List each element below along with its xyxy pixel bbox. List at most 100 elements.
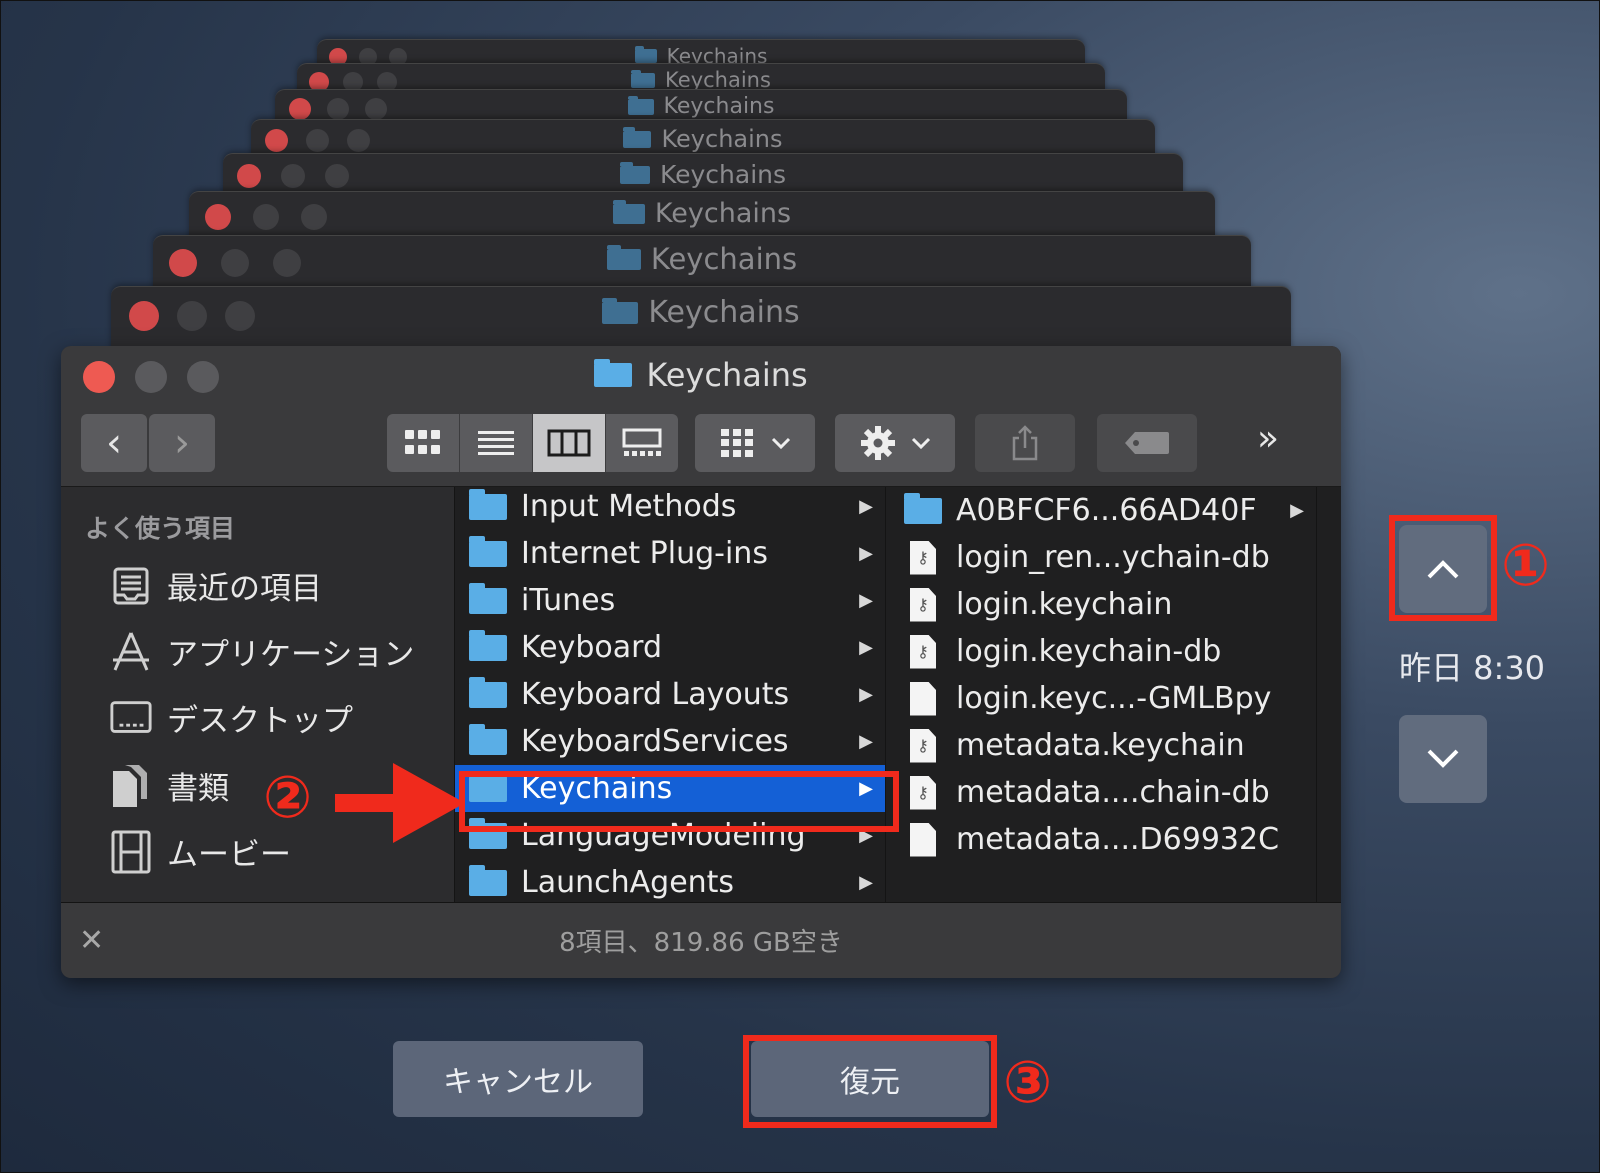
highlight-box-keychains bbox=[459, 771, 899, 832]
disclosure-arrow-icon: ▶ bbox=[859, 496, 873, 517]
sidebar-item-label: ムービー bbox=[167, 837, 291, 873]
list-item[interactable]: ⚷ login_ren...ychain-db bbox=[886, 534, 1316, 581]
sidebar-item-label: 最近の項目 bbox=[167, 571, 322, 607]
chevron-down-icon bbox=[771, 437, 791, 450]
blank-file-icon bbox=[910, 822, 936, 857]
disclosure-arrow-icon: ▶ bbox=[1290, 500, 1304, 521]
list-item[interactable]: ⚷ metadata.keychain bbox=[886, 722, 1316, 769]
list-item[interactable]: KeyboardServices ▶ bbox=[455, 718, 885, 765]
movies-icon bbox=[109, 830, 153, 874]
icon-view-button[interactable] bbox=[387, 414, 460, 472]
window-title: Keychains bbox=[61, 356, 1341, 394]
list-item[interactable]: ⚷ login.keychain bbox=[886, 581, 1316, 628]
list-item[interactable]: A0BFCF6...66AD40F ▶ bbox=[886, 487, 1316, 534]
history-window-title: Keychains bbox=[654, 198, 792, 229]
history-window-title: Keychains bbox=[650, 242, 798, 276]
status-text: 8項目、819.86 GB空き bbox=[559, 928, 843, 958]
folder-column: Input Methods ▶ Internet Plug-ins ▶ iTunes… bbox=[455, 487, 886, 902]
list-item[interactable]: LaunchAgents ▶ bbox=[455, 859, 885, 902]
list-item-label: login.keychain bbox=[956, 587, 1173, 622]
history-window-title: Keychains bbox=[659, 160, 787, 189]
list-item-label: metadata.keychain bbox=[956, 728, 1245, 763]
blank-file-icon bbox=[910, 681, 936, 716]
disclosure-arrow-icon: ▶ bbox=[859, 731, 873, 752]
annotation-arrow-icon bbox=[335, 763, 465, 843]
sidebar-item-desktop[interactable]: デスクトップ bbox=[109, 695, 353, 740]
tools-icon[interactable]: ✕ bbox=[79, 923, 104, 958]
list-item-label: metadata....chain-db bbox=[956, 775, 1270, 810]
cancel-button[interactable]: キャンセル bbox=[393, 1041, 643, 1117]
tag-icon bbox=[1125, 432, 1169, 454]
applications-icon bbox=[109, 630, 153, 674]
chevron-right-icon: › bbox=[174, 420, 190, 466]
sidebar-item-documents[interactable]: 書類 bbox=[109, 763, 229, 808]
list-item-label: login_ren...ychain-db bbox=[956, 540, 1270, 575]
folder-icon bbox=[594, 358, 633, 387]
documents-icon bbox=[109, 764, 153, 808]
list-item[interactable]: Input Methods ▶ bbox=[455, 487, 885, 530]
chevron-down-icon bbox=[911, 437, 931, 450]
icon-view-icon bbox=[405, 430, 440, 454]
list-item-label: Keyboard Layouts bbox=[521, 677, 790, 712]
list-item-label: metadata....D69932C bbox=[956, 822, 1280, 857]
folder-icon bbox=[904, 492, 942, 524]
list-item[interactable]: login.keyc...-GMLBpy bbox=[886, 675, 1316, 722]
sidebar-heading: よく使う項目 bbox=[85, 514, 236, 543]
chevron-left-icon: ‹ bbox=[106, 420, 122, 466]
time-machine-screen: Keychains Keychains Keychains Keychains … bbox=[0, 0, 1600, 1173]
file-column: A0BFCF6...66AD40F ▶ ⚷ login_ren...ychain-d… bbox=[886, 487, 1317, 902]
list-item-label: login.keyc...-GMLBpy bbox=[956, 681, 1272, 716]
empty-column bbox=[1317, 487, 1341, 902]
list-item-label: login.keychain-db bbox=[956, 634, 1222, 669]
status-bar: ✕ 8項目、819.86 GB空き bbox=[61, 902, 1341, 978]
window-title-text: Keychains bbox=[646, 356, 808, 394]
timeline-down-button[interactable] bbox=[1399, 715, 1487, 803]
tags-button[interactable] bbox=[1097, 414, 1197, 472]
action-menu-button[interactable] bbox=[835, 414, 955, 472]
list-item[interactable]: ⚷ login.keychain-db bbox=[886, 628, 1316, 675]
sidebar-item-applications[interactable]: アプリケーション bbox=[109, 629, 414, 674]
sidebar-item-movies[interactable]: ムービー bbox=[109, 829, 291, 874]
share-button[interactable] bbox=[975, 414, 1075, 472]
back-button[interactable]: ‹ bbox=[81, 414, 147, 472]
gear-icon bbox=[861, 426, 895, 460]
list-item[interactable]: metadata....D69932C bbox=[886, 816, 1316, 863]
chevron-down-icon bbox=[1427, 749, 1459, 768]
sidebar-item-label: デスクトップ bbox=[167, 703, 353, 739]
sidebar-item-label: アプリケーション bbox=[167, 637, 415, 673]
folder-icon bbox=[469, 864, 507, 896]
keychain-file-icon: ⚷ bbox=[910, 540, 936, 575]
list-view-button[interactable] bbox=[460, 414, 533, 472]
list-item-label: Keyboard bbox=[521, 630, 663, 665]
disclosure-arrow-icon: ▶ bbox=[859, 637, 873, 658]
double-chevron-icon: » bbox=[1257, 418, 1280, 459]
disclosure-arrow-icon: ▶ bbox=[859, 872, 873, 893]
gallery-view-button[interactable] bbox=[606, 414, 678, 472]
column-view-button[interactable] bbox=[533, 414, 606, 472]
disclosure-arrow-icon: ▶ bbox=[859, 543, 873, 564]
annotation-three: ③ bbox=[1003, 1048, 1053, 1116]
list-item[interactable]: Keyboard ▶ bbox=[455, 624, 885, 671]
group-by-button[interactable] bbox=[695, 414, 815, 472]
column-view-icon bbox=[547, 429, 591, 457]
forward-button[interactable]: › bbox=[149, 414, 215, 472]
folder-icon bbox=[469, 535, 507, 567]
history-window-title: Keychains bbox=[661, 125, 783, 153]
list-item[interactable]: Internet Plug-ins ▶ bbox=[455, 530, 885, 577]
list-item[interactable]: ⚷ metadata....chain-db bbox=[886, 769, 1316, 816]
sidebar-item-label: 書類 bbox=[167, 771, 229, 807]
history-window-title: Keychains bbox=[648, 295, 800, 330]
recents-icon bbox=[109, 564, 153, 608]
list-view-icon bbox=[478, 431, 514, 455]
sidebar-item-recents[interactable]: 最近の項目 bbox=[109, 563, 322, 608]
folder-icon bbox=[469, 629, 507, 661]
list-item[interactable]: Keyboard Layouts ▶ bbox=[455, 671, 885, 718]
folder-icon bbox=[469, 723, 507, 755]
desktop-icon bbox=[109, 696, 153, 740]
finder-window: Keychains ‹ › » よく使う項目 最近の項目 アプリケーション デス… bbox=[61, 346, 1341, 978]
list-item-label: Internet Plug-ins bbox=[521, 536, 768, 571]
more-toolbar-button[interactable]: » bbox=[1257, 418, 1279, 459]
list-item[interactable]: iTunes ▶ bbox=[455, 577, 885, 624]
view-mode-control[interactable] bbox=[387, 414, 678, 472]
list-item-label: KeyboardServices bbox=[521, 724, 789, 759]
